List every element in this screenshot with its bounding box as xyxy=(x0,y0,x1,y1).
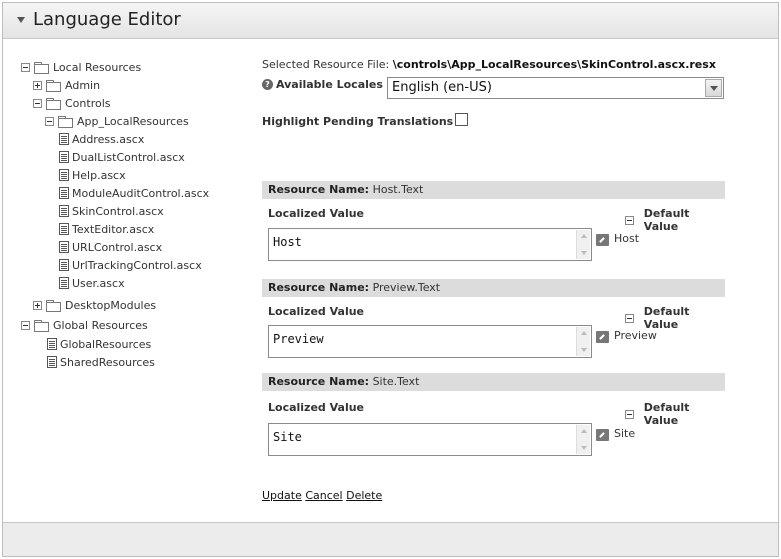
tree-leaf-moduleauditcontrol[interactable]: ModuleAuditControl.ascx xyxy=(59,184,209,202)
tree-leaf-help[interactable]: Help.ascx xyxy=(59,166,126,184)
default-value-text: Preview xyxy=(614,329,657,342)
expand-icon[interactable] xyxy=(33,300,42,310)
collapse-icon[interactable] xyxy=(33,98,42,108)
tree-node-desktopmodules[interactable]: DesktopModules xyxy=(33,296,156,314)
resource-name: Site.Text xyxy=(372,375,420,388)
folder-icon xyxy=(46,97,61,110)
folder-icon xyxy=(58,115,73,128)
localized-value-textarea[interactable]: Preview xyxy=(268,325,592,358)
folder-icon xyxy=(34,319,49,332)
tree-node-controls[interactable]: Controls xyxy=(33,94,111,112)
tree-leaf-sharedresources[interactable]: SharedResources xyxy=(47,353,155,371)
tree-leaf-globalresources[interactable]: GlobalResources xyxy=(47,335,151,353)
localized-value-label: Localized Value xyxy=(268,401,365,414)
default-value-toggle[interactable]: Default Value xyxy=(625,207,725,233)
cancel-link[interactable]: Cancel xyxy=(305,489,342,502)
update-link[interactable]: Update xyxy=(262,489,302,502)
default-value-text: Site xyxy=(614,427,636,440)
document-icon xyxy=(59,223,69,235)
resource-header: Resource Name: Preview.Text xyxy=(262,279,725,297)
available-locales-label: ? Available Locales xyxy=(262,78,383,91)
folder-icon xyxy=(34,61,49,74)
chevron-down-icon[interactable] xyxy=(705,79,722,97)
action-links: Update Cancel Delete xyxy=(262,489,382,502)
tree-node-app-localresources[interactable]: App_LocalResources xyxy=(45,112,189,130)
localized-value-label: Localized Value xyxy=(268,305,365,318)
tree-node-admin[interactable]: Admin xyxy=(33,76,100,94)
expand-icon[interactable] xyxy=(33,80,42,90)
collapse-triangle-icon[interactable] xyxy=(17,17,25,23)
textarea-scrollbar[interactable] xyxy=(576,230,590,259)
document-icon xyxy=(59,241,69,253)
resource-name: Preview.Text xyxy=(372,281,441,294)
default-value-text: Host xyxy=(614,232,640,245)
highlight-pending-label: Highlight Pending Translations xyxy=(262,115,454,128)
copy-default-icon[interactable] xyxy=(596,331,609,343)
document-icon xyxy=(59,277,69,289)
textarea-scrollbar[interactable] xyxy=(576,327,590,356)
collapse-icon[interactable] xyxy=(625,215,634,225)
document-icon xyxy=(59,133,69,145)
default-value-toggle[interactable]: Default Value xyxy=(625,305,725,331)
highlight-pending-checkbox[interactable] xyxy=(455,113,468,126)
localized-value-label: Localized Value xyxy=(268,207,365,220)
resource-name: Host.Text xyxy=(372,183,424,196)
collapse-icon[interactable] xyxy=(625,409,634,419)
document-icon xyxy=(59,151,69,163)
localized-value-textarea[interactable]: Host xyxy=(268,228,592,261)
document-icon xyxy=(47,338,57,350)
document-icon xyxy=(59,169,69,181)
document-icon xyxy=(59,187,69,199)
module-title: Language Editor xyxy=(33,9,181,30)
selected-resource-file: Selected Resource File: \controls\App_Lo… xyxy=(262,58,716,71)
folder-icon xyxy=(46,299,61,312)
collapse-icon[interactable] xyxy=(625,313,634,323)
tree-leaf-duallistcontrol[interactable]: DualListControl.ascx xyxy=(59,148,185,166)
collapse-icon[interactable] xyxy=(21,62,30,72)
document-icon xyxy=(59,259,69,271)
tree-leaf-texteditor[interactable]: TextEditor.ascx xyxy=(59,220,154,238)
module-title-bar: Language Editor xyxy=(3,3,778,39)
copy-default-icon[interactable] xyxy=(596,429,609,441)
tree-leaf-urlcontrol[interactable]: URLControl.ascx xyxy=(59,238,162,256)
help-icon[interactable]: ? xyxy=(262,79,273,90)
tree-leaf-urltrackingcontrol[interactable]: UrlTrackingControl.ascx xyxy=(59,256,202,274)
collapse-icon[interactable] xyxy=(21,320,30,330)
resource-header: Resource Name: Host.Text xyxy=(262,181,725,199)
textarea-scrollbar[interactable] xyxy=(576,425,590,454)
collapse-icon[interactable] xyxy=(45,116,54,126)
tree-leaf-address[interactable]: Address.ascx xyxy=(59,130,144,148)
tree-node-global-resources[interactable]: Global Resources xyxy=(21,316,148,334)
folder-icon xyxy=(46,79,61,92)
module-footer xyxy=(3,522,778,556)
selected-file-path: \controls\App_LocalResources\SkinControl… xyxy=(392,58,716,71)
default-value-toggle[interactable]: Default Value xyxy=(625,401,725,427)
tree-leaf-skincontrol[interactable]: SkinControl.ascx xyxy=(59,202,164,220)
tree-leaf-user[interactable]: User.ascx xyxy=(59,274,125,292)
delete-link[interactable]: Delete xyxy=(346,489,382,502)
copy-default-icon[interactable] xyxy=(596,234,609,246)
tree-node-local-resources[interactable]: Local Resources xyxy=(21,58,141,76)
document-icon xyxy=(59,205,69,217)
document-icon xyxy=(47,356,57,368)
selected-file-label: Selected Resource File: xyxy=(262,58,390,71)
locale-selected-value: English (en-US) xyxy=(392,80,492,95)
resource-header: Resource Name: Site.Text xyxy=(262,373,725,391)
locale-select[interactable]: English (en-US) xyxy=(387,77,724,99)
localized-value-textarea[interactable]: Site xyxy=(268,423,592,456)
